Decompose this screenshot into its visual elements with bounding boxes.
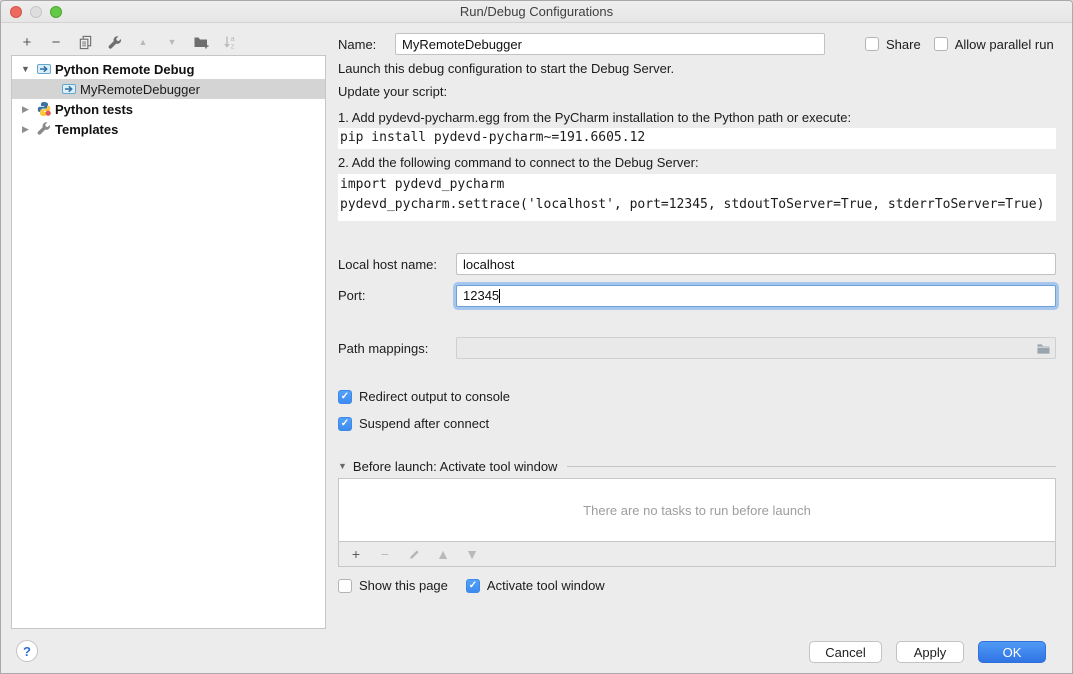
code-line: pydevd_pycharm.settrace('localhost', por… (338, 195, 1056, 215)
step-1-text: 1. Add pydevd-pycharm.egg from the PyCha… (338, 108, 851, 128)
remote-debug-icon (36, 61, 52, 77)
code-line: pip install pydevd-pycharm~=191.6605.12 (338, 128, 1056, 148)
collapse-section-icon[interactable]: ▼ (338, 461, 347, 471)
tree-item-templates[interactable]: ▶ Templates (12, 119, 325, 139)
copy-configuration-icon[interactable] (77, 34, 93, 50)
tree-item-label: Templates (55, 122, 118, 137)
port-input-wrapper (456, 285, 1056, 307)
redirect-output-label: Redirect output to console (359, 389, 510, 404)
tree-item-myremotedebugger[interactable]: MyRemoteDebugger (12, 79, 325, 99)
svg-text:a: a (231, 36, 235, 43)
show-this-page-label: Show this page (359, 578, 448, 593)
share-checkbox-item[interactable]: Share (865, 37, 921, 52)
tree-item-label: Python Remote Debug (55, 62, 194, 77)
redirect-output-checkbox-item[interactable]: ✓ Redirect output to console (338, 389, 510, 404)
port-row: Port: (338, 284, 1056, 307)
run-debug-configurations-dialog: Run/Debug Configurations + − ▲ ▼ (0, 0, 1073, 674)
window-title: Run/Debug Configurations (1, 1, 1072, 23)
ok-button[interactable]: OK (978, 641, 1046, 663)
tree-item-python-remote-debug[interactable]: ▼ Python Remote Debug (12, 59, 325, 79)
suspend-after-connect-label: Suspend after connect (359, 416, 489, 431)
tree-item-python-tests[interactable]: ▶ Python tests (12, 99, 325, 119)
code-line: import pydevd_pycharm (338, 175, 1056, 195)
before-launch-header[interactable]: ▼ Before launch: Activate tool window (338, 458, 1056, 474)
show-this-page-checkbox-item[interactable]: Show this page (338, 578, 448, 593)
cancel-button[interactable]: Cancel (809, 641, 882, 663)
before-launch-task-list[interactable]: There are no tasks to run before launch (338, 478, 1056, 542)
pip-install-code-block: pip install pydevd-pycharm~=191.6605.12 (338, 128, 1056, 149)
remote-debug-icon (61, 81, 77, 97)
check-icon: ✓ (469, 580, 477, 591)
description-line-1: Launch this debug configuration to start… (338, 59, 674, 79)
name-row: Name: Share Allow parallel run (338, 33, 1056, 55)
bottom-options-row: Show this page ✓ Activate tool window (338, 578, 605, 593)
description-line-2: Update your script: (338, 82, 447, 102)
expand-arrow-icon[interactable]: ▼ (20, 64, 31, 74)
python-icon (36, 101, 52, 117)
configurations-toolbar: + − ▲ ▼ a z (19, 31, 238, 53)
show-this-page-checkbox[interactable] (338, 579, 352, 593)
port-label: Port: (338, 288, 456, 303)
collapse-arrow-icon[interactable]: ▶ (20, 124, 31, 135)
add-configuration-button[interactable]: + (19, 34, 35, 50)
title-bar: Run/Debug Configurations (1, 1, 1072, 23)
suspend-after-connect-checkbox[interactable]: ✓ (338, 417, 352, 431)
tree-item-label: MyRemoteDebugger (80, 82, 200, 97)
dialog-buttons: Cancel Apply OK (809, 641, 1046, 663)
add-task-button[interactable]: + (348, 546, 364, 562)
configurations-tree: ▼ Python Remote Debug MyRemoteDebugger ▶ (11, 55, 326, 629)
move-task-up-button: ▲ (435, 546, 451, 562)
allow-parallel-run-label: Allow parallel run (955, 37, 1054, 52)
edit-task-pencil-icon (406, 546, 422, 562)
sort-alphabetically-icon: a z (222, 34, 238, 50)
move-up-button: ▲ (135, 34, 151, 50)
name-input[interactable] (395, 33, 825, 55)
activate-tool-window-label: Activate tool window (487, 578, 605, 593)
move-down-button: ▼ (164, 34, 180, 50)
collapse-arrow-icon[interactable]: ▶ (20, 104, 31, 115)
name-label: Name: (338, 37, 395, 52)
suspend-after-connect-checkbox-item[interactable]: ✓ Suspend after connect (338, 416, 489, 431)
activate-tool-window-checkbox[interactable]: ✓ (466, 579, 480, 593)
local-host-row: Local host name: (338, 253, 1056, 275)
configuration-form: Name: Share Allow parallel run Launch th… (326, 23, 1072, 673)
activate-tool-window-checkbox-item[interactable]: ✓ Activate tool window (466, 578, 605, 593)
path-mappings-label: Path mappings: (338, 341, 456, 356)
header-rule (567, 466, 1056, 467)
remove-configuration-button[interactable]: − (48, 34, 64, 50)
move-task-down-button: ▼ (464, 546, 480, 562)
wrench-icon (36, 121, 52, 137)
share-checkbox[interactable] (865, 37, 879, 51)
apply-button[interactable]: Apply (896, 641, 964, 663)
text-caret (499, 289, 500, 303)
step-2-text: 2. Add the following command to connect … (338, 153, 699, 173)
tree-item-label: Python tests (55, 102, 133, 117)
port-input[interactable] (456, 285, 1056, 307)
edit-templates-wrench-icon[interactable] (106, 34, 122, 50)
before-launch-label: Before launch: Activate tool window (353, 459, 558, 474)
settrace-code-block: import pydevd_pycharm pydevd_pycharm.set… (338, 174, 1056, 221)
check-icon: ✓ (341, 418, 349, 429)
redirect-output-checkbox[interactable]: ✓ (338, 390, 352, 404)
help-button[interactable]: ? (16, 640, 38, 662)
local-host-input[interactable] (456, 253, 1056, 275)
check-icon: ✓ (341, 391, 349, 402)
path-mappings-row: Path mappings: (338, 337, 1056, 359)
before-launch-toolbar: + − ▲ ▼ (338, 542, 1056, 567)
new-folder-icon[interactable] (193, 34, 209, 50)
svg-text:z: z (231, 44, 235, 51)
allow-parallel-run-checkbox[interactable] (934, 37, 948, 51)
remove-task-button: − (377, 546, 393, 562)
local-host-label: Local host name: (338, 257, 456, 272)
allow-parallel-run-checkbox-item[interactable]: Allow parallel run (934, 37, 1054, 52)
empty-tasks-message: There are no tasks to run before launch (583, 503, 811, 518)
path-mappings-input[interactable] (456, 337, 1056, 359)
share-label: Share (886, 37, 921, 52)
browse-folder-icon[interactable] (1034, 340, 1052, 356)
